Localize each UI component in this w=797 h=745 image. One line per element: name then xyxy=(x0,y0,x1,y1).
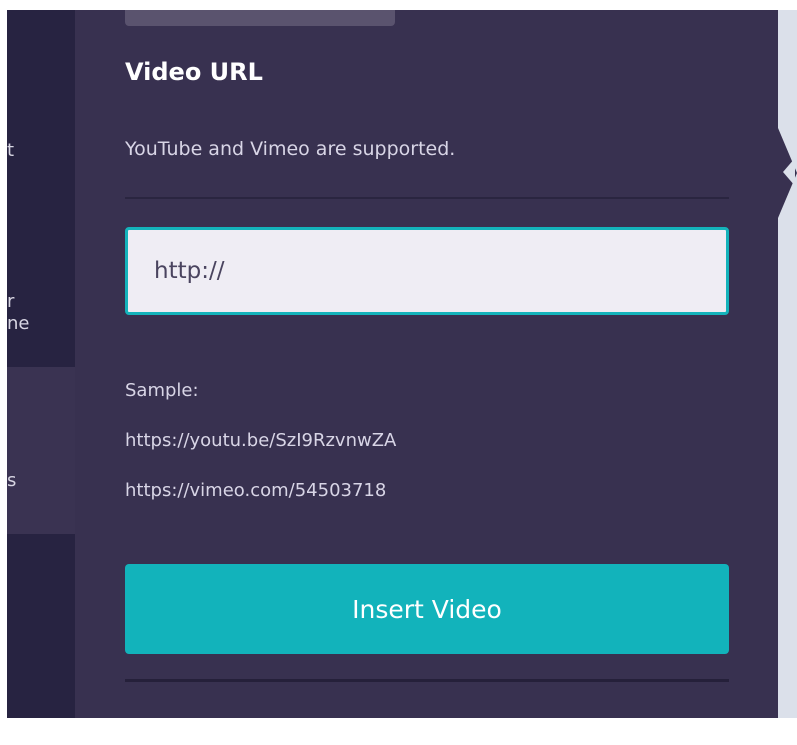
panel-top-tab xyxy=(125,10,395,26)
nav-block-bottom[interactable] xyxy=(7,534,75,718)
left-nav: t r ne s xyxy=(7,10,75,718)
sample-url-youtube: https://youtu.be/SzI9RzvnwZA xyxy=(125,430,397,451)
panel-subtitle: YouTube and Vimeo are supported. xyxy=(125,138,456,160)
video-url-panel: Video URL YouTube and Vimeo are supporte… xyxy=(75,10,778,718)
divider xyxy=(125,197,729,199)
nav-label-fragment: s xyxy=(7,470,17,491)
panel-title: Video URL xyxy=(125,58,263,86)
nav-block-active[interactable] xyxy=(7,367,75,534)
nav-label-fragment: t xyxy=(7,140,15,161)
insert-video-button[interactable]: Insert Video xyxy=(125,564,729,654)
divider xyxy=(125,679,729,682)
right-edge-strip xyxy=(778,10,797,718)
sample-label: Sample: xyxy=(125,380,199,401)
nav-label-fragment: r xyxy=(7,291,15,312)
video-url-input[interactable] xyxy=(125,227,729,315)
sample-url-vimeo: https://vimeo.com/54503718 xyxy=(125,480,387,501)
popover-arrow-icon xyxy=(783,158,795,186)
video-insert-popover: t r ne s Video URL YouTube and Vimeo are… xyxy=(7,10,797,718)
nav-label-fragment: ne xyxy=(7,313,30,334)
